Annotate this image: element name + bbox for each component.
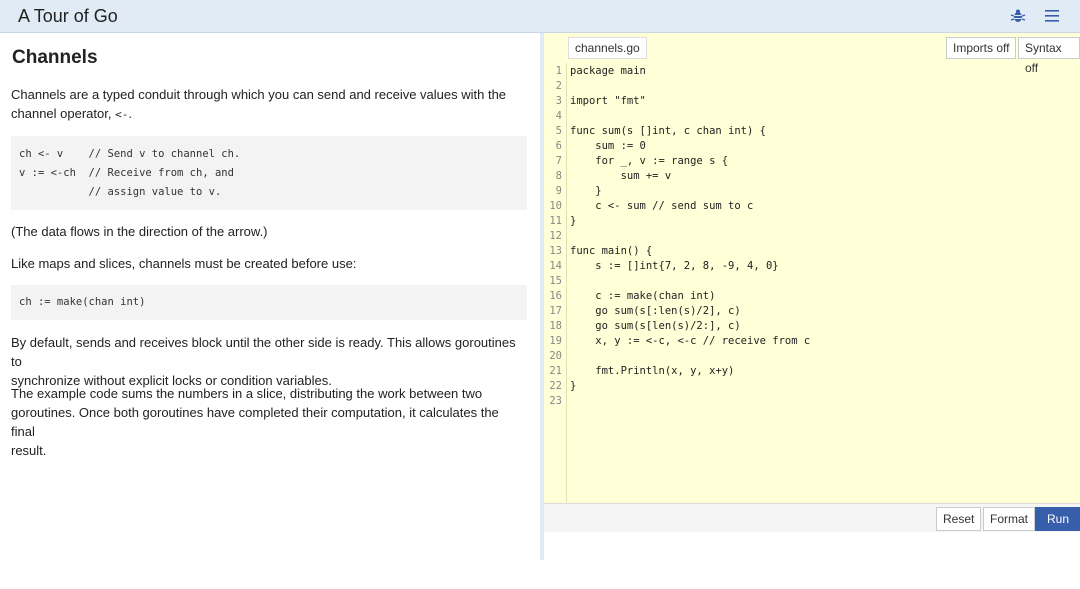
intro-text: Channels are a typed conduit through whi… (11, 87, 507, 102)
code-text[interactable]: for _, v := range s { (570, 154, 728, 169)
code-text[interactable]: } (570, 379, 576, 394)
reset-button[interactable]: Reset (936, 507, 982, 531)
code-text[interactable]: s := []int{7, 2, 8, -9, 4, 0} (570, 259, 778, 274)
line-number: 15 (549, 275, 562, 287)
file-tab[interactable]: channels.go (568, 37, 647, 59)
inline-code-operator: <- (115, 108, 129, 121)
code-text[interactable]: package main (570, 64, 646, 79)
format-button[interactable]: Format (983, 507, 1036, 531)
code-text[interactable]: x, y := <-c, <-c // receive from c (570, 334, 810, 349)
line-number: 21 (549, 365, 562, 377)
editor-header: channels.go Imports off Syntax off (544, 33, 1080, 75)
code-text[interactable]: } (570, 184, 601, 199)
lesson-heading: Channels (12, 47, 98, 68)
menu-icon[interactable] (1042, 6, 1062, 26)
line-number: 22 (549, 380, 562, 392)
line-number: 9 (555, 185, 562, 197)
top-bar: A Tour of Go (0, 0, 1080, 33)
code-text[interactable]: import "fmt" (570, 94, 646, 109)
code-editor[interactable]: channels.go Imports off Syntax off 1 pack… (544, 33, 1080, 503)
example-text-3: result. (11, 443, 47, 458)
code-line: ch := make(chan int) (19, 296, 146, 308)
line-number: 11 (549, 215, 562, 227)
line-number: 13 (549, 245, 562, 257)
intro-text-2: channel operator, (11, 106, 116, 121)
intro-text-end: . (128, 106, 132, 121)
lesson-paragraph-example: The example code sums the numbers in a s… (11, 384, 526, 460)
line-number: 1 (555, 65, 562, 77)
line-number: 14 (549, 260, 562, 272)
app-title[interactable]: A Tour of Go (18, 6, 118, 27)
code-text[interactable]: c <- sum // send sum to c (570, 199, 753, 214)
code-text[interactable]: sum := 0 (570, 139, 646, 154)
line-number: 23 (549, 395, 562, 407)
line-number: 18 (549, 320, 562, 332)
line-number: 12 (549, 230, 562, 242)
code-text[interactable]: go sum(s[len(s)/2:], c) (570, 319, 740, 334)
lesson-paragraph-blocking: By default, sends and receives block unt… (11, 333, 526, 390)
code-text[interactable]: go sum(s[:len(s)/2], c) (570, 304, 740, 319)
line-number: 2 (555, 80, 562, 92)
lesson-paragraph-arrow: (The data flows in the direction of the … (11, 224, 268, 239)
example-text-2: goroutines. Once both goroutines have co… (11, 405, 499, 439)
run-button[interactable]: Run (1035, 507, 1080, 531)
line-number: 7 (555, 155, 562, 167)
code-line: ch <- v // Send v to channel ch. (19, 148, 241, 160)
line-number: 6 (555, 140, 562, 152)
line-number: 10 (549, 200, 562, 212)
code-block-make: ch := make(chan int) (11, 285, 527, 320)
line-number: 20 (549, 350, 562, 362)
line-number: 4 (555, 110, 562, 122)
code-line: v := <-ch // Receive from ch, and (19, 167, 234, 179)
line-number: 3 (555, 95, 562, 107)
code-block-send-receive: ch <- v // Send v to channel ch. v := <-… (11, 136, 527, 210)
line-number: 17 (549, 305, 562, 317)
code-text[interactable]: sum += v (570, 169, 672, 184)
lesson-paragraph-intro: Channels are a typed conduit through whi… (11, 85, 526, 124)
lesson-paragraph-make: Like maps and slices, channels must be c… (11, 256, 357, 271)
code-text[interactable]: fmt.Println(x, y, x+y) (570, 364, 734, 379)
imports-toggle-button[interactable]: Imports off (946, 37, 1017, 59)
lesson-pane: Channels Channels are a typed conduit th… (0, 33, 540, 589)
line-number: 8 (555, 170, 562, 182)
syntax-toggle-button[interactable]: Syntax off (1018, 37, 1080, 75)
code-text[interactable]: func main() { (570, 244, 652, 259)
line-number: 5 (555, 125, 562, 137)
header-icons (1008, 6, 1062, 26)
line-number: 19 (549, 335, 562, 347)
code-text[interactable]: func sum(s []int, c chan int) { (570, 124, 766, 139)
code-text[interactable]: } (570, 214, 576, 229)
code-line: // assign value to v. (19, 186, 222, 198)
example-text-1: The example code sums the numbers in a s… (11, 386, 483, 401)
code-text[interactable]: c := make(chan int) (570, 289, 715, 304)
line-number: 16 (549, 290, 562, 302)
bug-icon[interactable] (1008, 6, 1028, 26)
output-toolbar: Reset Format Run (544, 503, 1080, 532)
blocking-text-1: By default, sends and receives block unt… (11, 335, 516, 369)
